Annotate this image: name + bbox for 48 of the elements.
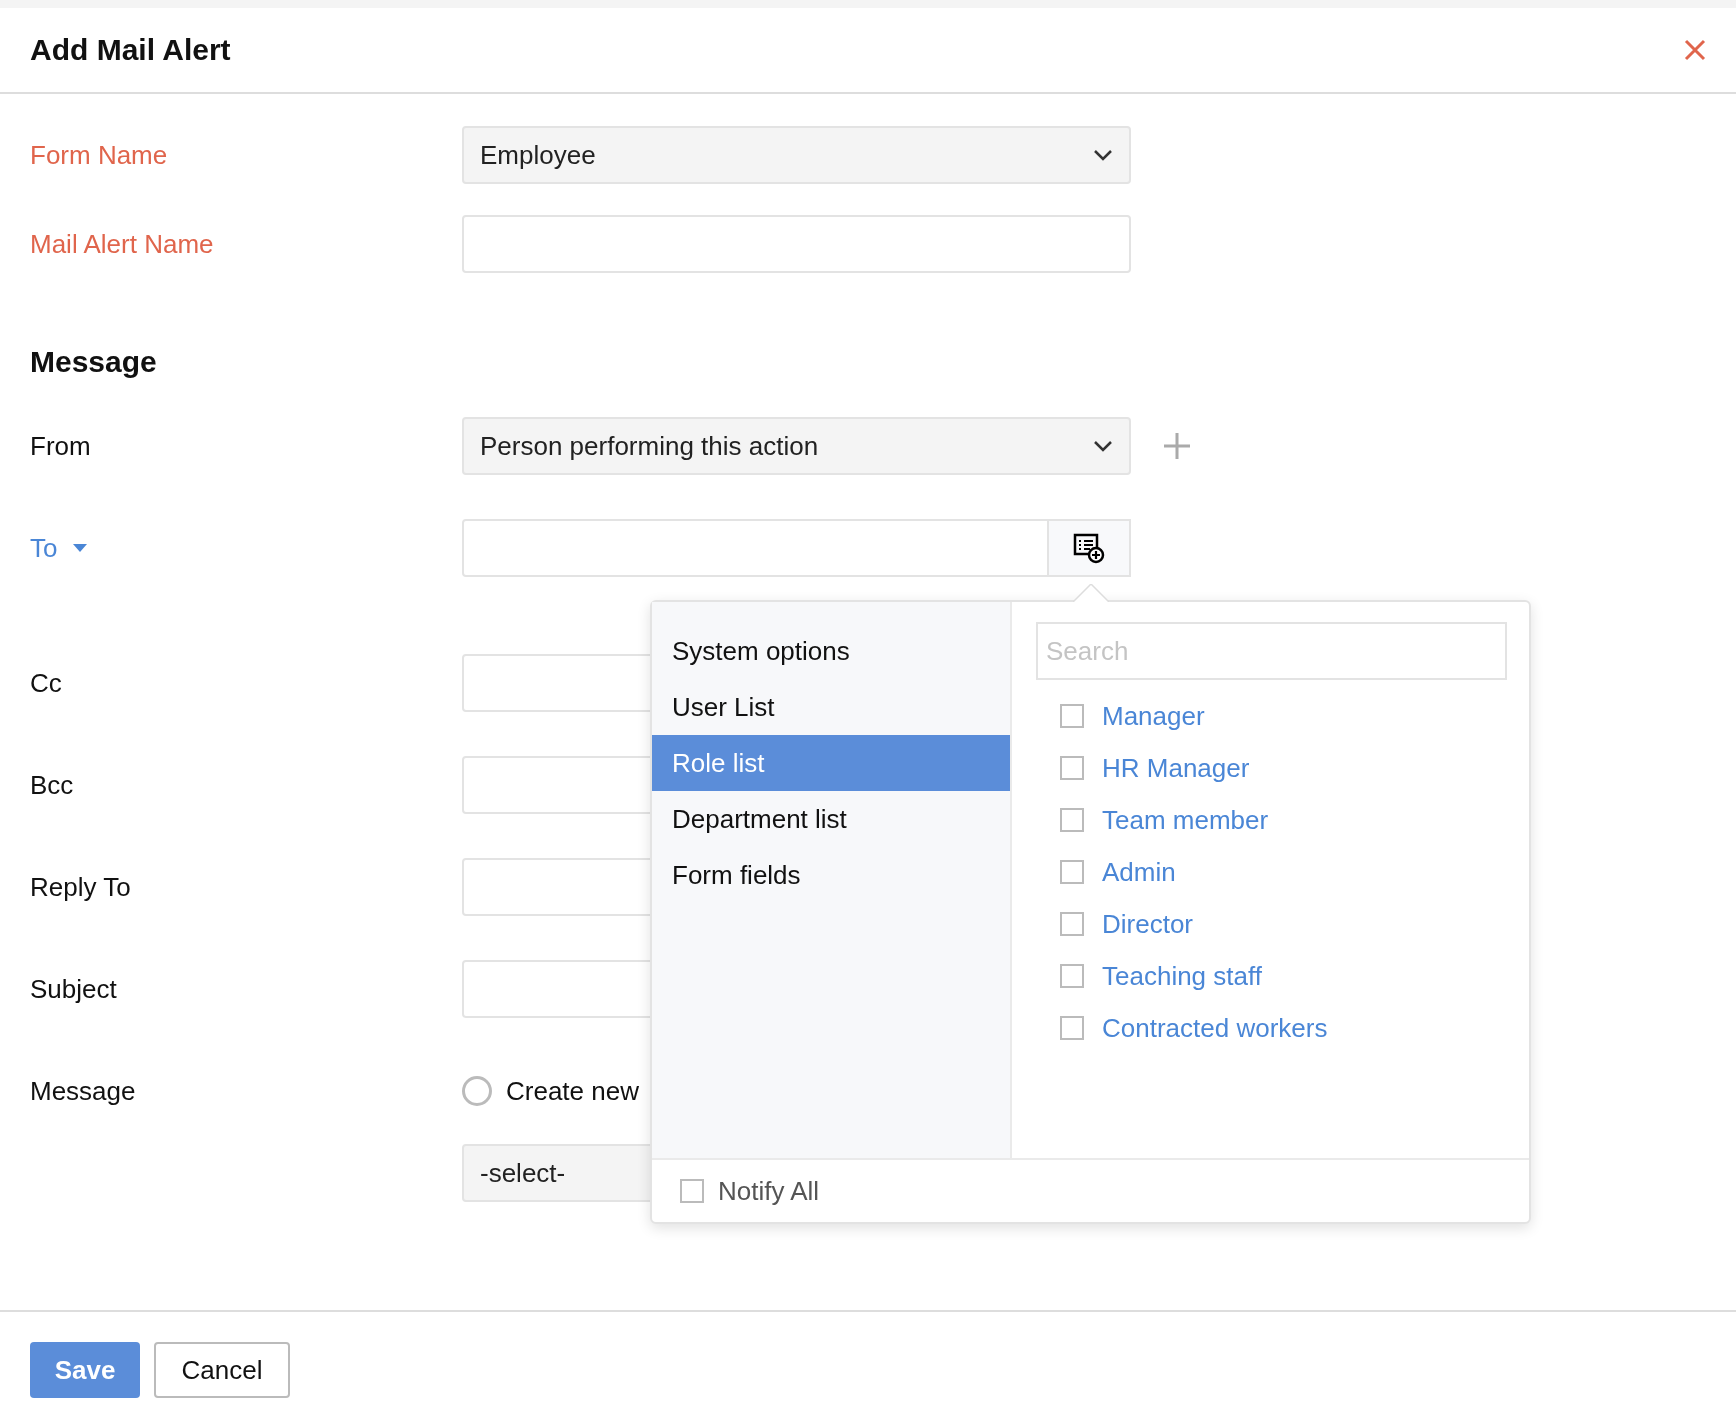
checkbox-label: Notify All — [718, 1175, 820, 1207]
role-option[interactable]: Admin — [1102, 856, 1176, 888]
field-label: Subject — [30, 973, 117, 1005]
category-item[interactable]: Form fields — [652, 847, 1010, 903]
field-label: From — [30, 430, 91, 462]
role-option[interactable]: Manager — [1102, 700, 1205, 732]
input-field[interactable] — [462, 215, 1131, 273]
field-label: Reply To — [30, 871, 131, 903]
cancel-button[interactable]: Cancel — [154, 1342, 290, 1398]
save-button[interactable]: Save — [30, 1342, 140, 1398]
field-label: Bcc — [30, 769, 74, 801]
checkbox[interactable] — [680, 1179, 704, 1203]
add-recipient-button[interactable] — [1049, 519, 1131, 577]
recipient-type-dropdown[interactable]: To — [30, 532, 58, 564]
plus-icon[interactable] — [1163, 432, 1191, 460]
role-option[interactable]: Teaching staff — [1102, 960, 1262, 992]
role-option[interactable]: Contracted workers — [1102, 1012, 1328, 1044]
select-field[interactable]: Employee — [462, 126, 1131, 184]
field-label: Mail Alert Name — [30, 228, 214, 260]
section-heading: Message — [30, 345, 158, 379]
category-item[interactable]: Department list — [652, 791, 1010, 847]
category-item[interactable]: User List — [652, 679, 1010, 735]
checkbox[interactable] — [1060, 860, 1084, 884]
search-field[interactable]: Search — [1036, 622, 1507, 680]
caret-icon[interactable] — [73, 544, 88, 552]
role-option[interactable]: Director — [1102, 908, 1193, 940]
category-item[interactable]: Role list — [652, 735, 1010, 791]
chevron-down-icon — [1093, 149, 1113, 161]
dialog-title: Add Mail Alert — [30, 33, 231, 67]
close-icon[interactable] — [1684, 39, 1706, 61]
category-item[interactable]: System options — [652, 623, 1010, 679]
radio-button[interactable] — [462, 1076, 492, 1106]
select-field[interactable]: Person performing this action — [462, 417, 1131, 475]
checkbox[interactable] — [1060, 1016, 1084, 1040]
chevron-down-icon — [1093, 440, 1113, 452]
input-field[interactable] — [462, 519, 1049, 577]
checkbox[interactable] — [1060, 756, 1084, 780]
field-label: Form Name — [30, 139, 168, 171]
radio-label: Create new — [506, 1075, 639, 1107]
field-label: Cc — [30, 667, 62, 699]
checkbox[interactable] — [1060, 808, 1084, 832]
role-option[interactable]: HR Manager — [1102, 752, 1250, 784]
checkbox[interactable] — [1060, 964, 1084, 988]
role-option[interactable]: Team member — [1102, 804, 1269, 836]
checkbox[interactable] — [1060, 704, 1084, 728]
field-label: Message — [30, 1075, 136, 1107]
list-add-icon — [1073, 532, 1105, 564]
checkbox[interactable] — [1060, 912, 1084, 936]
